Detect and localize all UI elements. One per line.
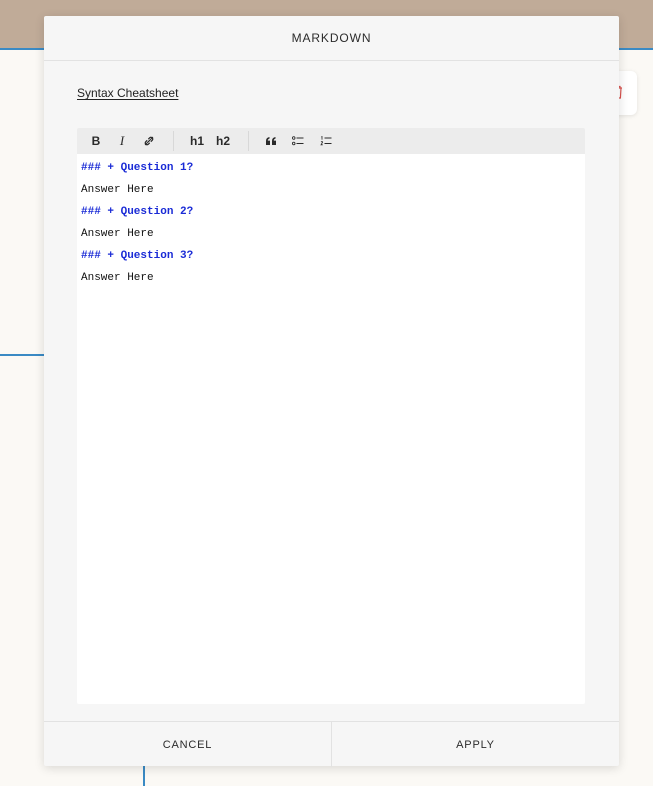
syntax-cheatsheet-link[interactable]: Syntax Cheatsheet xyxy=(77,86,178,100)
link-icon[interactable] xyxy=(141,132,157,150)
editor-line: ### + Question 1? xyxy=(81,162,194,174)
background-vertical-line xyxy=(143,764,145,786)
bold-icon[interactable]: B xyxy=(89,132,103,150)
editor-line: Answer Here xyxy=(81,272,154,284)
dialog-header: MARKDOWN xyxy=(44,16,619,61)
h1-icon[interactable]: h1 xyxy=(188,132,206,150)
editor-line: ### + Question 2? xyxy=(81,206,194,218)
numbered-list-icon[interactable] xyxy=(319,132,333,150)
editor-line: ### + Question 3? xyxy=(81,250,194,262)
editor-line: Answer Here xyxy=(81,184,154,196)
dialog-title: MARKDOWN xyxy=(291,31,372,45)
background-divider-line xyxy=(0,354,50,356)
toolbar-divider xyxy=(173,131,174,151)
editor-line: Answer Here xyxy=(81,228,154,240)
editor-toolbar: B I h1 h2 xyxy=(77,128,585,154)
cancel-button[interactable]: CANCEL xyxy=(44,722,331,767)
toolbar-divider xyxy=(248,131,249,151)
h2-icon[interactable]: h2 xyxy=(214,132,232,150)
markdown-editor[interactable]: ### + Question 1? Answer Here ### + Ques… xyxy=(77,154,585,704)
apply-button[interactable]: APPLY xyxy=(332,722,619,767)
markdown-dialog: MARKDOWN Syntax Cheatsheet B I h1 h2 ###… xyxy=(44,16,619,767)
italic-icon[interactable]: I xyxy=(115,132,129,150)
bullet-list-icon[interactable] xyxy=(291,132,305,150)
dialog-footer: CANCEL APPLY xyxy=(44,721,619,767)
quote-icon[interactable] xyxy=(264,132,278,150)
